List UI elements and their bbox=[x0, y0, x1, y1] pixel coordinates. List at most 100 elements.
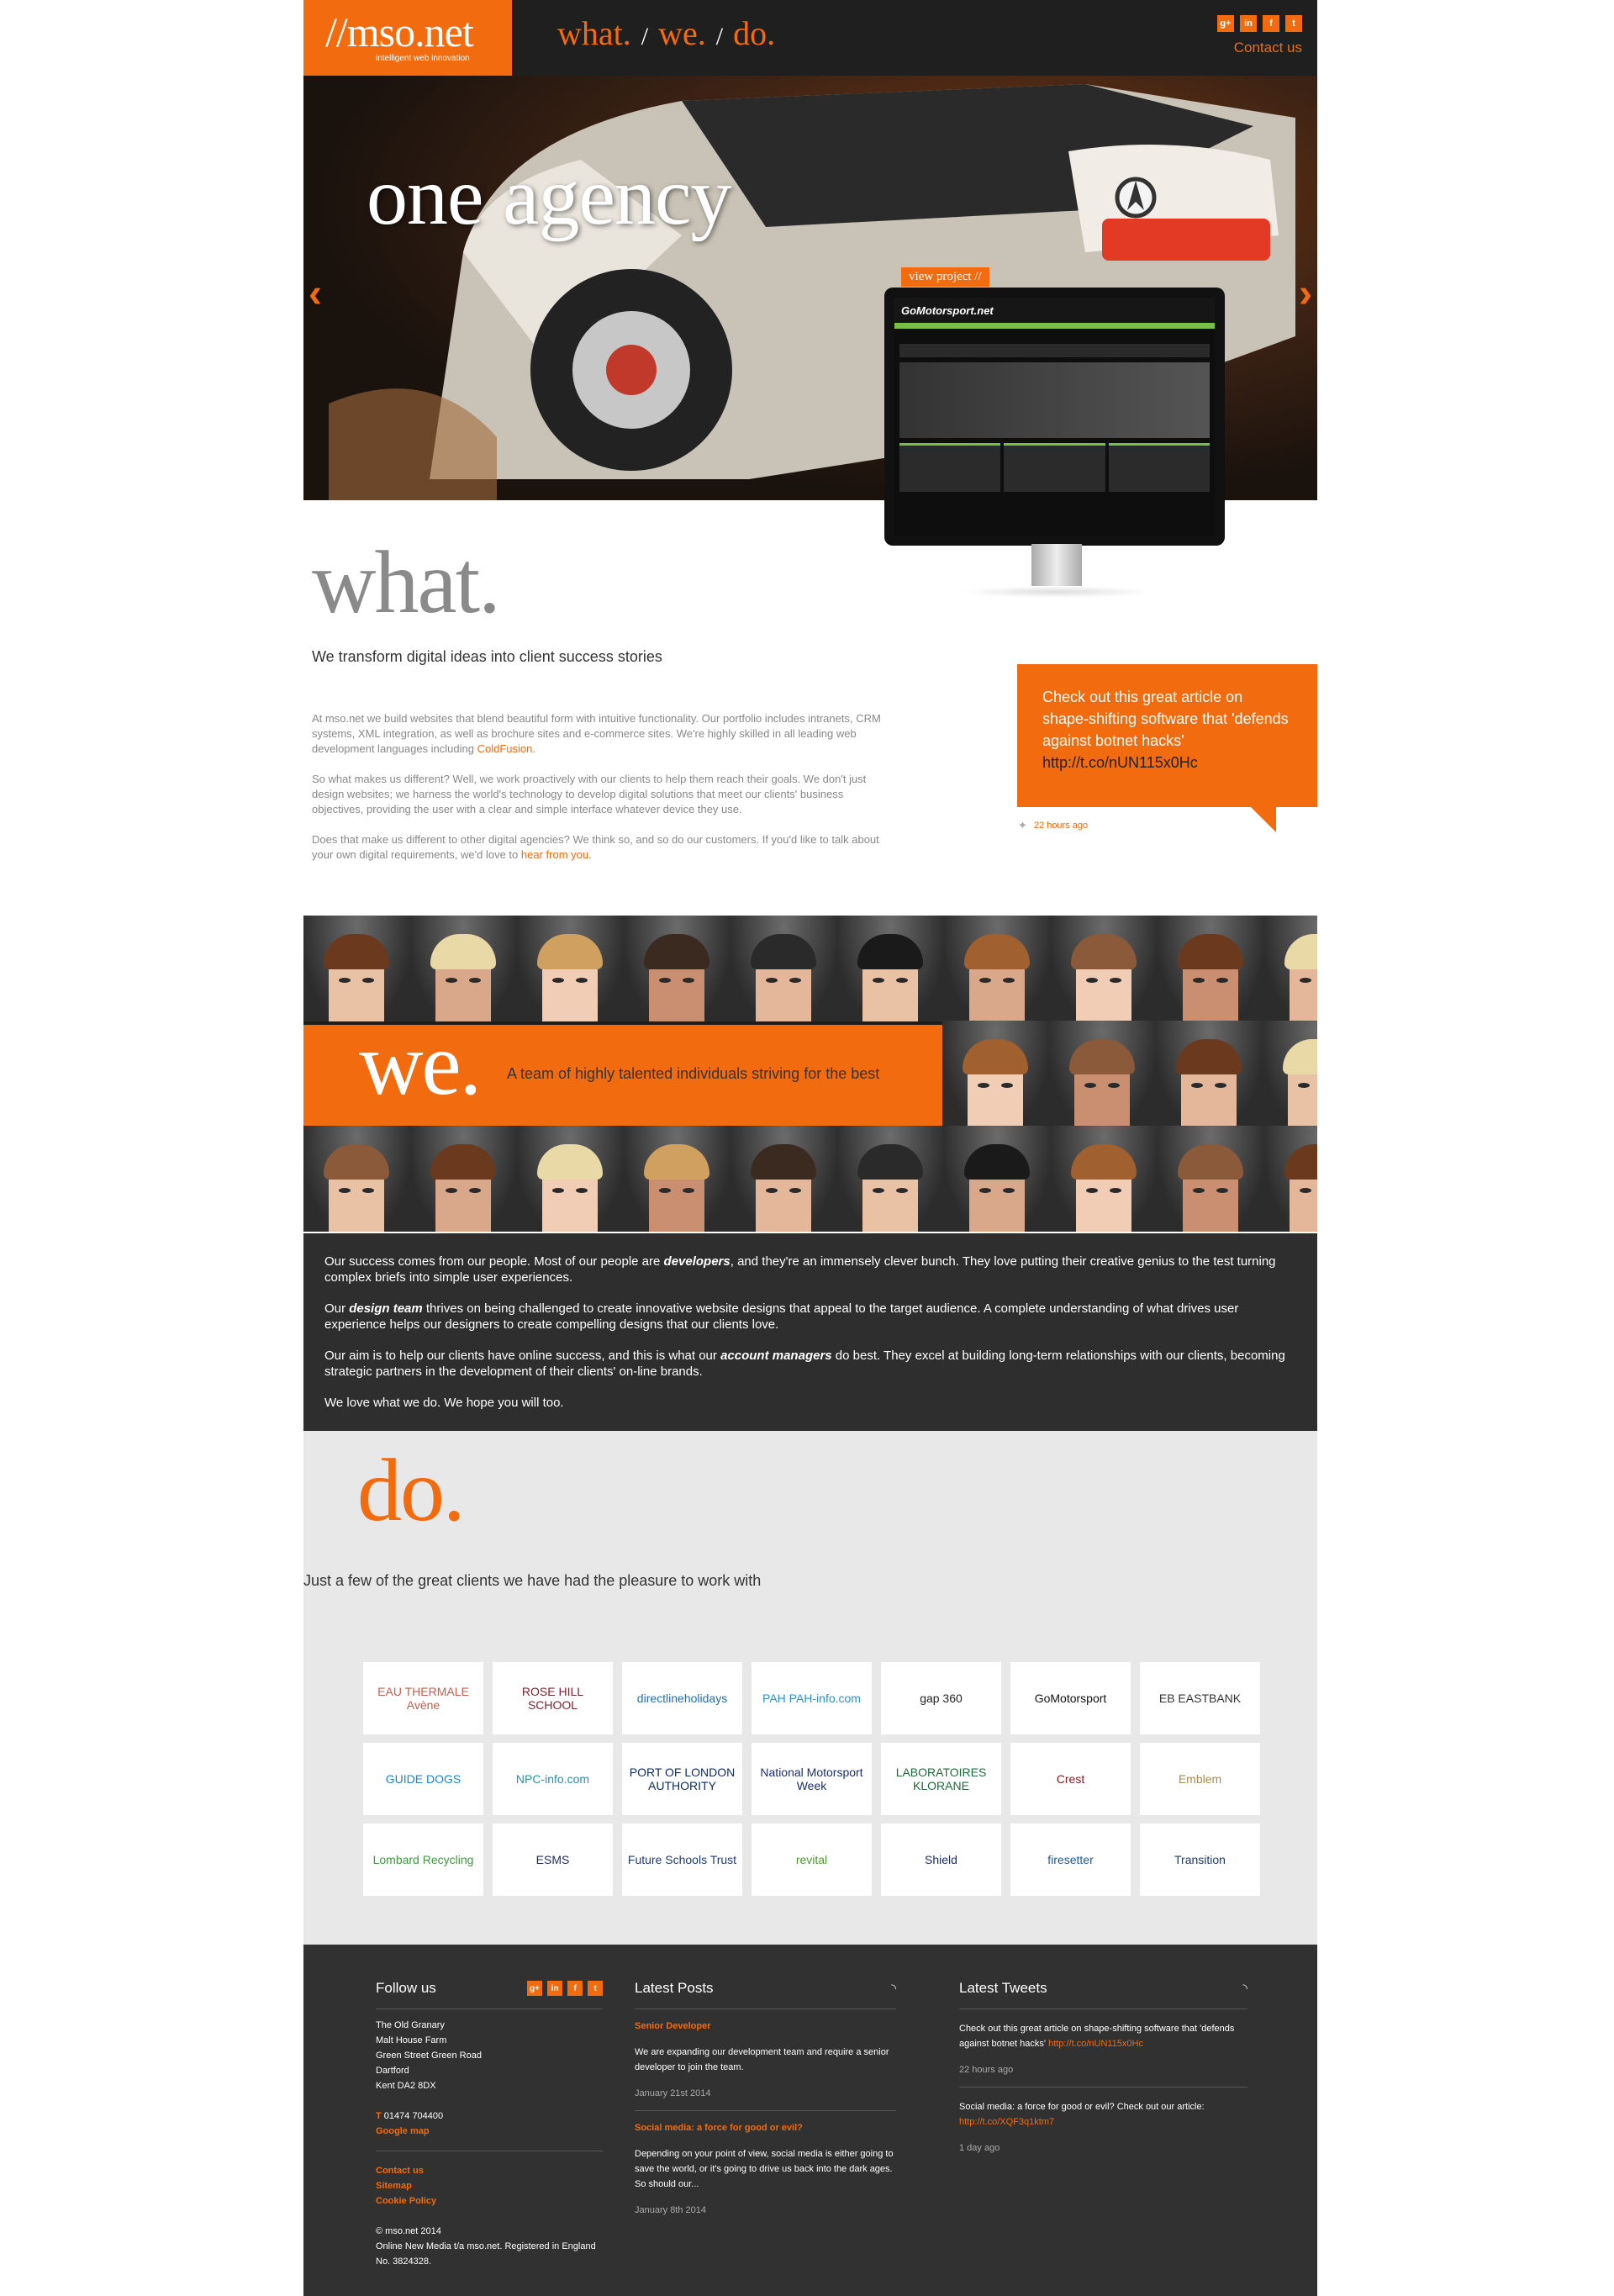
monitor-stand bbox=[1031, 544, 1082, 590]
tweet-time: 1 day ago bbox=[959, 2143, 1000, 2153]
client-logo[interactable]: Transition bbox=[1140, 1824, 1260, 1896]
site-footer: Follow us g+ in f t The Old Granary Malt… bbox=[303, 1945, 1317, 2296]
footer-links: Contact us Sitemap Cookie Policy bbox=[376, 2151, 603, 2209]
team-member-photo bbox=[1264, 1126, 1317, 1232]
faces-row-middle bbox=[942, 1021, 1317, 1127]
tweet-link[interactable]: http://t.co/XQF3q1ktm7 bbox=[959, 2117, 1054, 2127]
social-icons: g+ in f t bbox=[1217, 15, 1302, 32]
rss-icon[interactable]: ◝ bbox=[1242, 1981, 1247, 1996]
we-tagline: A team of highly talented individuals st… bbox=[507, 1065, 880, 1082]
client-logo[interactable]: Lombard Recycling bbox=[363, 1824, 483, 1896]
team-member-photo bbox=[410, 1126, 517, 1232]
team-member-photo bbox=[837, 916, 944, 1021]
tweet-item: Social media: a force for good or evil? … bbox=[959, 2088, 1247, 2165]
team-member-photo bbox=[624, 1126, 731, 1232]
nav-do[interactable]: do. bbox=[733, 13, 775, 53]
what-paragraph: At mso.net we build websites that blend … bbox=[312, 712, 881, 755]
next-slide-arrow-icon[interactable]: › bbox=[1299, 271, 1312, 317]
footer-contact-link[interactable]: Contact us bbox=[376, 2163, 603, 2178]
we-banner: we. A team of highly talented individual… bbox=[303, 1015, 942, 1126]
client-logo[interactable]: Future Schools Trust bbox=[622, 1824, 742, 1896]
google-plus-icon[interactable]: g+ bbox=[1217, 15, 1234, 32]
team-member-photo bbox=[1264, 916, 1317, 1021]
facebook-icon[interactable]: f bbox=[1263, 15, 1279, 32]
what-body: At mso.net we build websites that blend … bbox=[312, 711, 892, 878]
hero-title: one agency bbox=[367, 151, 731, 242]
faces-row-bottom bbox=[303, 1126, 1317, 1232]
tweet-link[interactable]: http://t.co/nUN115x0Hc bbox=[1042, 754, 1198, 771]
team-member-photo bbox=[1158, 916, 1264, 1021]
we-paragraph: Our aim is to help our clients have onli… bbox=[324, 1349, 1285, 1379]
phone: T 01474 704400 bbox=[376, 2111, 444, 2121]
team-member-photo bbox=[1049, 1021, 1156, 1127]
preview-bar bbox=[894, 323, 1215, 329]
team-member-photo bbox=[517, 1126, 624, 1232]
rss-icon[interactable]: ◝ bbox=[891, 1981, 896, 1996]
client-logo[interactable]: Crest bbox=[1010, 1743, 1131, 1815]
hear-from-you-link[interactable]: hear from you bbox=[521, 848, 588, 861]
post-title[interactable]: Social media: a force for good or evil? bbox=[635, 2123, 896, 2133]
what-paragraph: Does that make us different to other dig… bbox=[312, 833, 879, 861]
linkedin-icon[interactable]: in bbox=[1240, 15, 1257, 32]
logo-mark: //mso.net bbox=[325, 8, 474, 55]
client-logo[interactable]: GUIDE DOGS bbox=[363, 1743, 483, 1815]
logo[interactable]: //mso.net intelligent web innovation bbox=[303, 0, 512, 76]
client-logo[interactable]: revital bbox=[752, 1824, 872, 1896]
client-logo[interactable]: ROSE HILL SCHOOL bbox=[493, 1662, 613, 1734]
footer-sitemap-link[interactable]: Sitemap bbox=[376, 2178, 603, 2193]
do-subtitle: Just a few of the great clients we have … bbox=[303, 1572, 762, 1589]
nav-separator: / bbox=[641, 23, 649, 50]
client-logo[interactable]: PORT OF LONDON AUTHORITY bbox=[622, 1743, 742, 1815]
tweet-text: Social media: a force for good or evil? … bbox=[959, 2102, 1205, 2127]
client-logo-grid: EAU THERMALE Avène ROSE HILL SCHOOL direct… bbox=[363, 1662, 1263, 1896]
team-member-photo bbox=[517, 916, 624, 1021]
client-logo[interactable]: National Motorsport Week bbox=[752, 1743, 872, 1815]
client-logo[interactable]: directlineholidays bbox=[622, 1662, 742, 1734]
what-subtitle: We transform digital ideas into client s… bbox=[312, 648, 662, 665]
post-title[interactable]: Senior Developer bbox=[635, 2021, 896, 2031]
tweet-link[interactable]: http://t.co/nUN115x0Hc bbox=[1048, 2039, 1143, 2049]
do-heading: do. bbox=[357, 1441, 465, 1539]
preview-nav bbox=[899, 344, 1210, 357]
we-heading: we. bbox=[359, 1015, 482, 1113]
do-section: do. Just a few of the great clients we h… bbox=[303, 1431, 1317, 1945]
twitter-icon[interactable]: t bbox=[1285, 15, 1302, 32]
client-logo[interactable]: EAU THERMALE Avène bbox=[363, 1662, 483, 1734]
twitter-icon[interactable]: t bbox=[588, 1981, 603, 1996]
post-date: January 21st 2014 bbox=[635, 2088, 711, 2098]
client-logo[interactable]: PAH PAH-info.com bbox=[752, 1662, 872, 1734]
facebook-icon[interactable]: f bbox=[567, 1981, 583, 1996]
client-logo[interactable]: firesetter bbox=[1010, 1824, 1131, 1896]
twitter-bird-icon: ✦ bbox=[1018, 819, 1027, 831]
client-logo[interactable]: EB EASTBANK bbox=[1140, 1662, 1260, 1734]
we-paragraph: Our design team thrives on being challen… bbox=[324, 1301, 1239, 1332]
nav-what[interactable]: what. bbox=[557, 13, 631, 53]
team-member-photo bbox=[1156, 1021, 1263, 1127]
client-logo[interactable]: NPC-info.com bbox=[493, 1743, 613, 1815]
client-logo[interactable]: gap 360 bbox=[881, 1662, 1001, 1734]
team-member-photo bbox=[944, 1126, 1051, 1232]
we-section: we. A team of highly talented individual… bbox=[303, 916, 1317, 1232]
client-logo[interactable]: Emblem bbox=[1140, 1743, 1260, 1815]
google-map-link[interactable]: Google map bbox=[376, 2124, 603, 2139]
client-logo[interactable]: Shield bbox=[881, 1824, 1001, 1896]
prev-slide-arrow-icon[interactable]: ‹ bbox=[309, 271, 322, 317]
team-member-photo bbox=[303, 1126, 410, 1232]
nav-we[interactable]: we. bbox=[658, 13, 706, 53]
project-monitor: GoMotorsport.net bbox=[884, 288, 1225, 598]
contact-us-link[interactable]: Contact us bbox=[1234, 40, 1302, 56]
team-member-photo bbox=[837, 1126, 944, 1232]
latest-posts-column: Latest Posts ◝ Senior Developer We are ex… bbox=[635, 1980, 896, 2227]
post-date: January 8th 2014 bbox=[635, 2205, 707, 2215]
client-logo[interactable]: GoMotorsport bbox=[1010, 1662, 1131, 1734]
team-member-photo bbox=[942, 1021, 1049, 1127]
featured-tweet: Check out this great article on shape-sh… bbox=[1017, 664, 1317, 807]
google-plus-icon[interactable]: g+ bbox=[527, 1981, 542, 1996]
client-logo[interactable]: LABORATOIRES KLORANE bbox=[881, 1743, 1001, 1815]
client-logo[interactable]: ESMS bbox=[493, 1824, 613, 1896]
view-project-button[interactable]: view project // bbox=[901, 267, 989, 287]
linkedin-icon[interactable]: in bbox=[547, 1981, 562, 1996]
coldfusion-link[interactable]: ColdFusion bbox=[477, 742, 533, 755]
footer-cookie-link[interactable]: Cookie Policy bbox=[376, 2193, 603, 2209]
tweet-meta: ✦ 22 hours ago bbox=[1018, 819, 1088, 832]
